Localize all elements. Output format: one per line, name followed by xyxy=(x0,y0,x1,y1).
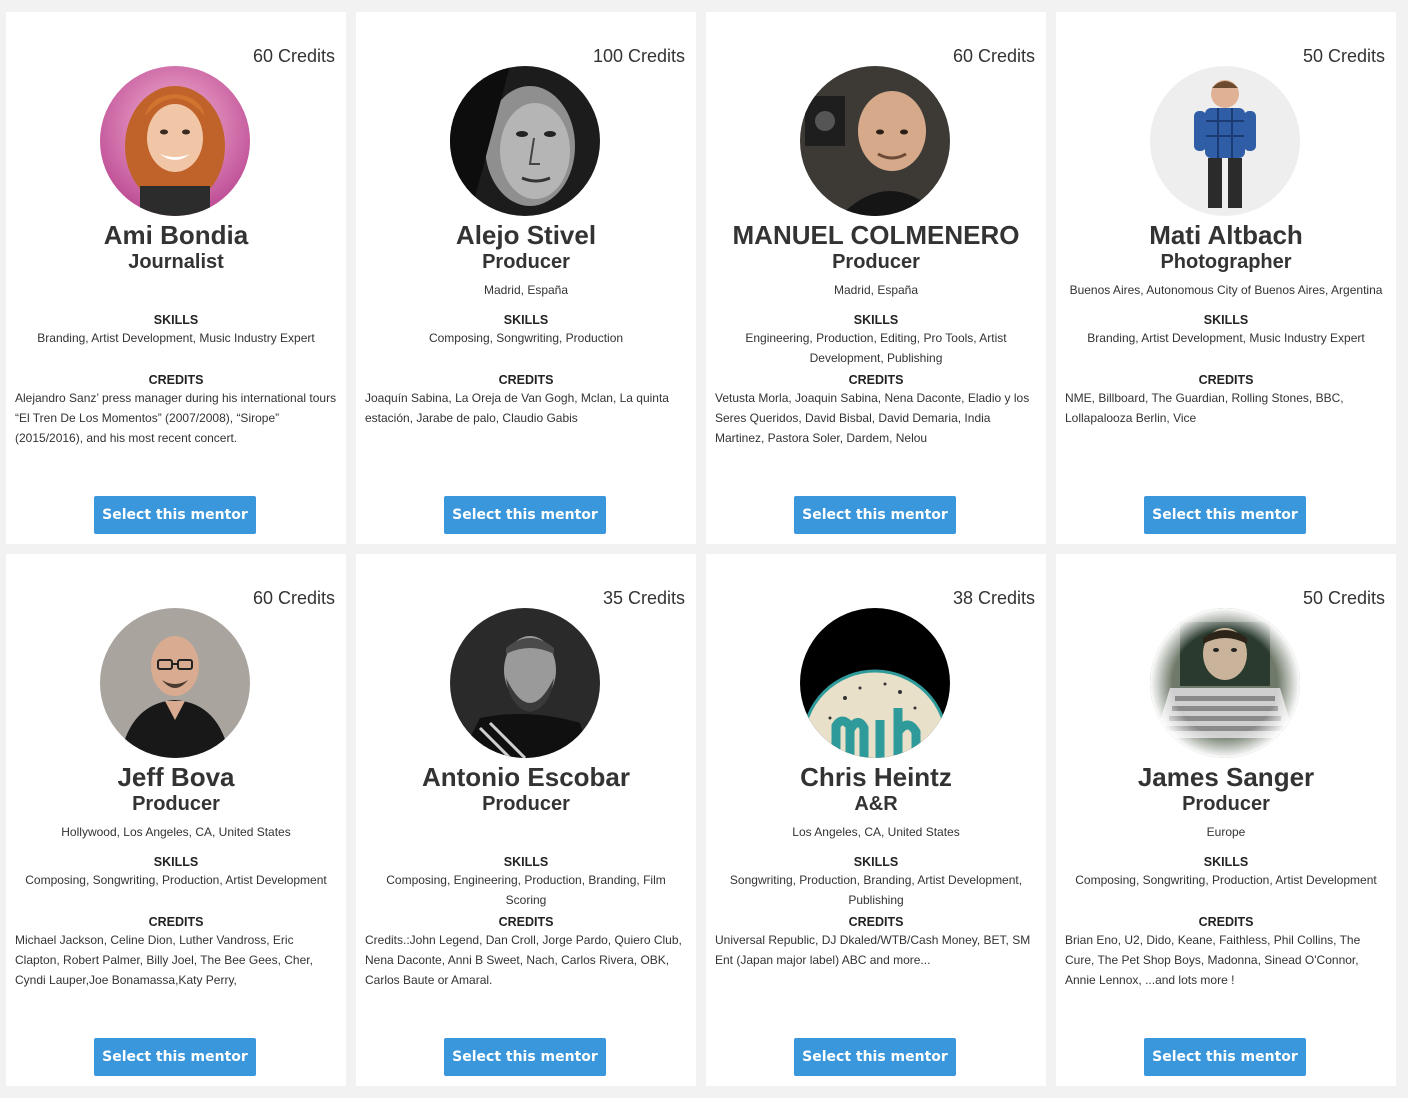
man-glasses-portrait-image xyxy=(100,608,250,758)
credits-count: 60 Credits xyxy=(952,46,1035,66)
select-mentor-button[interactable]: Select this mentor xyxy=(94,1038,256,1076)
mentor-name: Alejo Stivel xyxy=(455,220,597,250)
mentor-name: Jeff Bova xyxy=(117,762,235,792)
mentor-card: 60 Credits Ami Bondia Journalist SKILLS … xyxy=(6,12,346,544)
mentor-location: Hollywood, Los Angeles, CA, United State… xyxy=(61,825,291,839)
credits-text: Vetusta Morla, Joaquin Sabina, Nena Daco… xyxy=(715,391,1030,445)
mentor-role: Journalist xyxy=(128,251,224,273)
credits-count: 50 Credits xyxy=(1302,46,1385,66)
skills-heading: SKILLS xyxy=(503,855,549,869)
mentor-role: A&R xyxy=(854,793,898,815)
credits-heading: CREDITS xyxy=(1198,915,1254,929)
credits-text: Credits.:John Legend, Dan Croll, Jorge P… xyxy=(365,933,682,987)
mentor-avatar[interactable] xyxy=(1150,66,1300,216)
mentor-location: Madrid, España xyxy=(483,283,569,297)
mentor-avatar[interactable] xyxy=(100,608,250,758)
skills-text: Engineering, Production, Editing, Pro To… xyxy=(745,331,1007,365)
skills-heading: SKILLS xyxy=(503,313,549,327)
credits-heading: CREDITS xyxy=(148,373,204,387)
credits-text: Universal Republic, DJ Dkaled/WTB/Cash M… xyxy=(715,933,1031,967)
credits-count: 38 Credits xyxy=(952,588,1035,608)
mentor-role: Producer xyxy=(1182,793,1270,815)
man-bw-portrait-image xyxy=(450,66,600,216)
credits-text: Michael Jackson, Celine Dion, Luther Van… xyxy=(15,933,313,987)
credits-heading: CREDITS xyxy=(848,915,904,929)
credits-text: NME, Billboard, The Guardian, Rolling St… xyxy=(1065,391,1344,425)
skills-heading: SKILLS xyxy=(1203,313,1249,327)
mentor-grid: 60 Credits Ami Bondia Journalist SKILLS … xyxy=(0,0,1408,1098)
mentor-location: Madrid, España xyxy=(833,283,919,297)
select-mentor-button[interactable]: Select this mentor xyxy=(794,496,956,534)
skills-text: Branding, Artist Development, Music Indu… xyxy=(1087,331,1365,345)
mentor-name: Ami Bondia xyxy=(103,220,249,250)
credits-heading: CREDITS xyxy=(848,373,904,387)
skills-text: Composing, Engineering, Production, Bran… xyxy=(386,873,666,907)
skills-heading: SKILLS xyxy=(153,855,199,869)
skills-heading: SKILLS xyxy=(1203,855,1249,869)
mentor-location: Europe xyxy=(1206,825,1246,839)
mentor-card: 60 Credits Jeff Bova Producer Hollywood,… xyxy=(6,554,346,1086)
mentor-avatar[interactable] xyxy=(100,66,250,216)
mentor-card: 38 Credits Chris Heintz A&R Los Angeles,… xyxy=(706,554,1046,1086)
mentor-avatar[interactable] xyxy=(450,66,600,216)
credits-heading: CREDITS xyxy=(498,915,554,929)
mentor-name: Chris Heintz xyxy=(800,762,952,792)
select-mentor-button[interactable]: Select this mentor xyxy=(94,496,256,534)
mentor-role: Producer xyxy=(482,251,570,273)
mentor-card: 50 Credits Mati Altbach Photographer Bue… xyxy=(1056,12,1396,544)
mentor-role: Producer xyxy=(832,251,920,273)
mentor-card: 50 Credits James Sanger Producer Europe … xyxy=(1056,554,1396,1086)
credits-count: 35 Credits xyxy=(602,588,685,608)
mentor-name: Antonio Escobar xyxy=(421,762,630,792)
logo-badge-image xyxy=(800,608,950,758)
skills-text: Composing, Songwriting, Production, Arti… xyxy=(25,873,327,887)
skills-text: Songwriting, Production, Branding, Artis… xyxy=(729,873,1023,907)
mentor-name: James Sanger xyxy=(1137,762,1315,792)
credits-count: 100 Credits xyxy=(592,46,685,66)
woman-portrait-image xyxy=(100,66,250,216)
mentor-card: 35 Credits Antonio Escobar Producer SKIL… xyxy=(356,554,696,1086)
skills-text: Branding, Artist Development, Music Indu… xyxy=(37,331,315,345)
skills-text: Composing, Songwriting, Production xyxy=(428,331,624,345)
credits-text: Alejandro Sanz’ press manager during his… xyxy=(15,391,337,445)
mentor-role: Producer xyxy=(482,793,570,815)
mentor-name: Mati Altbach xyxy=(1149,220,1303,250)
mentor-location: Buenos Aires, Autonomous City of Buenos … xyxy=(1069,283,1383,297)
mentor-role: Photographer xyxy=(1160,251,1292,273)
skills-heading: SKILLS xyxy=(153,313,199,327)
mentor-card: 60 Credits MANUEL COLMENERO Producer Mad… xyxy=(706,12,1046,544)
mentor-avatar[interactable] xyxy=(800,608,950,758)
mentor-role: Producer xyxy=(132,793,220,815)
mentor-avatar[interactable] xyxy=(800,66,950,216)
skills-heading: SKILLS xyxy=(853,313,899,327)
select-mentor-button[interactable]: Select this mentor xyxy=(794,1038,956,1076)
man-behind-laptop-image xyxy=(1150,608,1300,758)
credits-count: 60 Credits xyxy=(252,46,335,66)
credits-count: 50 Credits xyxy=(1302,588,1385,608)
mentor-avatar[interactable] xyxy=(450,608,600,758)
mentor-avatar[interactable] xyxy=(1150,608,1300,758)
bald-man-portrait-image xyxy=(800,66,950,216)
credits-count: 60 Credits xyxy=(252,588,335,608)
credits-text: Brian Eno, U2, Dido, Keane, Faithless, P… xyxy=(1065,933,1361,987)
credits-heading: CREDITS xyxy=(1198,373,1254,387)
man-plaid-shirt-image xyxy=(1150,66,1300,216)
select-mentor-button[interactable]: Select this mentor xyxy=(1144,496,1306,534)
mentor-card: 100 Credits Alejo Stivel Producer Madrid… xyxy=(356,12,696,544)
select-mentor-button[interactable]: Select this mentor xyxy=(444,1038,606,1076)
select-mentor-button[interactable]: Select this mentor xyxy=(444,496,606,534)
mentor-location: Los Angeles, CA, United States xyxy=(792,825,960,839)
mentor-name: MANUEL COLMENERO xyxy=(732,220,1020,250)
skills-heading: SKILLS xyxy=(853,855,899,869)
credits-heading: CREDITS xyxy=(498,373,554,387)
credits-text: Joaquín Sabina, La Oreja de Van Gogh, Mc… xyxy=(365,391,669,425)
credits-heading: CREDITS xyxy=(148,915,204,929)
skills-text: Composing, Songwriting, Production, Arti… xyxy=(1075,873,1377,887)
bearded-man-bw-image xyxy=(450,608,600,758)
select-mentor-button[interactable]: Select this mentor xyxy=(1144,1038,1306,1076)
